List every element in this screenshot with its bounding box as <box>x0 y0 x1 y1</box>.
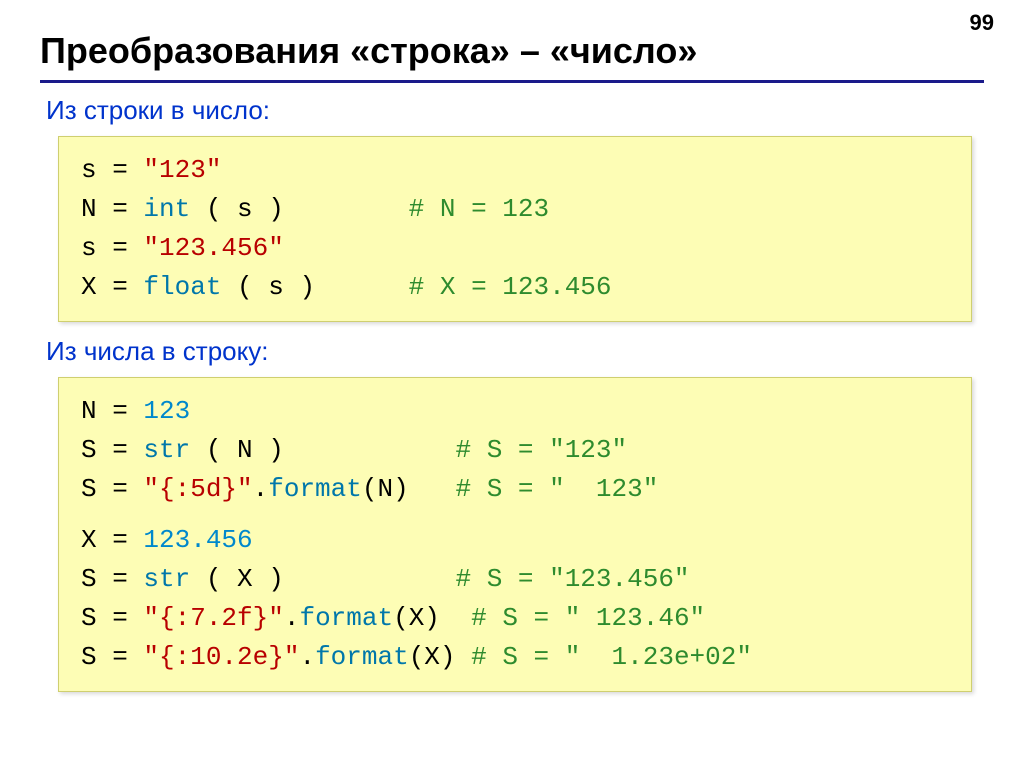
comment: # S = " 123.46" <box>471 603 705 633</box>
code-text: (X) <box>409 642 471 672</box>
comment: # S = "123" <box>455 435 627 465</box>
fn-int: int <box>143 194 190 224</box>
comment: # S = " 123" <box>456 474 659 504</box>
code-text: X = <box>81 272 143 302</box>
fn-format: format <box>268 474 362 504</box>
page-title: Преобразования «строка» – «число» <box>40 30 984 72</box>
code-text: N = <box>81 194 143 224</box>
code-text: (N) <box>362 474 456 504</box>
code-text: ( s ) <box>221 272 408 302</box>
number-literal: 123 <box>143 396 190 426</box>
section-number-to-string: Из числа в строку: <box>46 336 984 367</box>
code-text: S = <box>81 642 143 672</box>
string-literal: "{:7.2f}" <box>143 603 283 633</box>
fn-str: str <box>143 435 190 465</box>
string-literal: "{:10.2e}" <box>143 642 299 672</box>
code-text: S = <box>81 564 143 594</box>
number-literal: 123.456 <box>143 525 252 555</box>
code-text: X = <box>81 525 143 555</box>
code-text: s = <box>81 233 143 263</box>
code-text: s = <box>81 155 143 185</box>
comment: # X = 123.456 <box>409 272 612 302</box>
comment: # S = " 1.23e+02" <box>471 642 752 672</box>
section-string-to-number: Из строки в число: <box>46 95 984 126</box>
code-text: N = <box>81 396 143 426</box>
string-literal: "123.456" <box>143 233 283 263</box>
fn-format: format <box>315 642 409 672</box>
code-text: . <box>284 603 300 633</box>
comment: # S = "123.456" <box>455 564 689 594</box>
comment: # N = 123 <box>409 194 549 224</box>
code-block-number-to-string: N = 123 S = str ( N ) # S = "123" S = "{… <box>58 377 972 692</box>
code-text: S = <box>81 603 143 633</box>
fn-format: format <box>299 603 393 633</box>
code-text: . <box>253 474 269 504</box>
string-literal: "{:5d}" <box>143 474 252 504</box>
code-text: ( X ) <box>190 564 455 594</box>
string-literal: "123" <box>143 155 221 185</box>
page-number: 99 <box>970 10 994 36</box>
slide-content: Преобразования «строка» – «число» Из стр… <box>0 0 1024 692</box>
fn-str: str <box>143 564 190 594</box>
code-block-string-to-number: s = "123" N = int ( s ) # N = 123 s = "1… <box>58 136 972 322</box>
code-text: ( N ) <box>190 435 455 465</box>
code-text: S = <box>81 474 143 504</box>
code-text: (X) <box>393 603 471 633</box>
code-text: S = <box>81 435 143 465</box>
code-text: . <box>299 642 315 672</box>
title-divider <box>40 80 984 83</box>
code-text: ( s ) <box>190 194 408 224</box>
fn-float: float <box>143 272 221 302</box>
